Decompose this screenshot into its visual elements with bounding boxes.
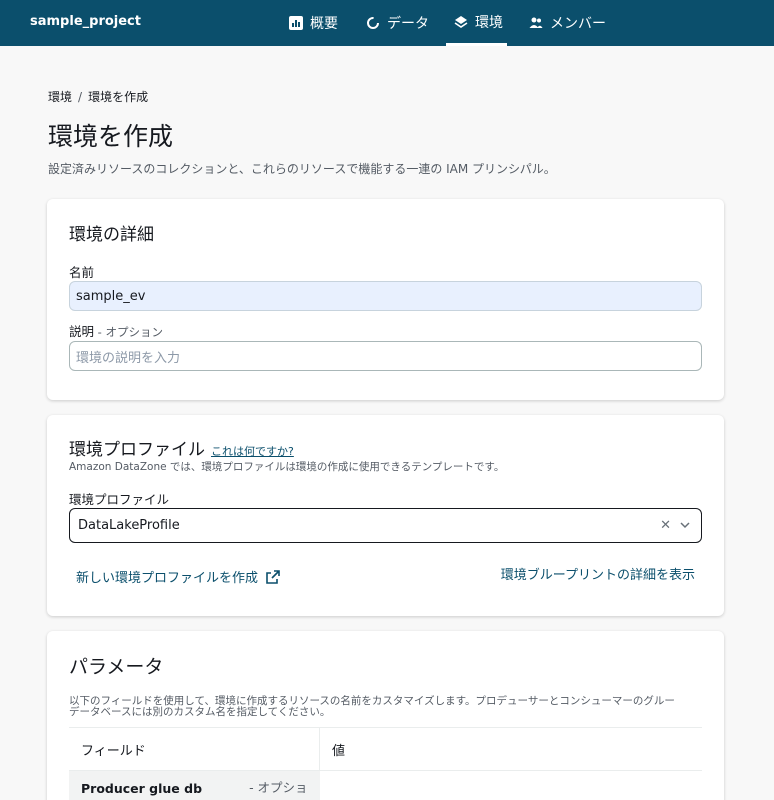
parameters-card: パラメータ 以下のフィールドを使用して、環境に作成するリソースの名前をカスタマイ… <box>47 631 724 800</box>
circle-icon <box>367 17 379 29</box>
row-field-name: Producer glue db name <box>81 781 203 800</box>
users-icon <box>529 17 543 28</box>
description-label: 説明 - オプション <box>69 321 163 340</box>
row-value-cell[interactable] <box>320 771 702 800</box>
parameters-table: フィールド 値 Producer glue db name - オプション <box>69 727 702 800</box>
top-nav-bar: sample_project 概要 データ 環境 メンバー <box>0 0 774 46</box>
breadcrumb: 環境 / 環境を作成 <box>48 88 148 105</box>
name-label: 名前 <box>69 265 95 280</box>
profile-select[interactable]: DataLakeProfile ✕ <box>69 508 702 543</box>
profile-description: Amazon DataZone では、環境プロファイルは環境の作成に使用できるテ… <box>69 461 505 473</box>
optional-hint: - オプション <box>249 780 308 800</box>
description-label-text: 説明 <box>69 324 95 339</box>
nav-tab-data[interactable]: データ <box>366 0 429 46</box>
page-title: 環境を作成 <box>48 122 174 151</box>
table-row: Producer glue db name - オプション <box>69 770 702 800</box>
select-controls: ✕ <box>660 518 691 533</box>
name-input[interactable]: sample_ev <box>69 281 702 311</box>
description-input[interactable]: 環境の説明を入力 <box>69 341 702 371</box>
row-field-cell: Producer glue db name - オプション <box>69 771 320 800</box>
blueprint-details-link[interactable]: 環境ブループリントの詳細を表示 <box>501 564 695 583</box>
profile-title-row: 環境プロファイル これは何ですか? <box>69 435 294 460</box>
profile-selected-value: DataLakeProfile <box>78 518 180 533</box>
chevron-down-icon[interactable] <box>679 518 691 532</box>
nav-tab-environment[interactable]: 環境 <box>446 0 507 46</box>
chart-icon <box>289 16 303 30</box>
page-description: 設定済みリソースのコレクションと、これらのリソースで機能する一連の IAM プリ… <box>48 162 556 176</box>
info-link[interactable]: これは何ですか? <box>211 445 294 458</box>
nav-tab-label: データ <box>387 16 429 32</box>
profile-field-label: 環境プロファイル <box>69 492 170 507</box>
create-profile-link[interactable]: 新しい環境プロファイルを作成 <box>76 567 280 586</box>
breadcrumb-current: 環境を作成 <box>88 90 149 104</box>
table-header: フィールド 値 <box>69 728 702 770</box>
description-placeholder: 環境の説明を入力 <box>76 350 181 366</box>
parameters-description-line: データベースには別のカスタム名を指定してください。 <box>69 706 331 718</box>
create-profile-label: 新しい環境プロファイルを作成 <box>76 571 259 586</box>
external-link-icon <box>266 569 280 584</box>
parameters-description: 以下のフィールドを使用して、環境に作成するリソースの名前をカスタマイズします。プ… <box>69 696 675 718</box>
profile-title: 環境プロファイル <box>69 440 205 460</box>
nav-tab-label: 概要 <box>310 16 338 32</box>
project-name[interactable]: sample_project <box>30 14 141 29</box>
breadcrumb-parent[interactable]: 環境 <box>48 90 72 104</box>
nav-tab-overview[interactable]: 概要 <box>289 0 338 46</box>
nav-tab-label: 環境 <box>475 14 503 31</box>
nav-tab-label: メンバー <box>550 16 606 32</box>
optional-hint: - オプション <box>94 325 163 339</box>
details-card: 環境の詳細 名前 sample_ev 説明 - オプション 環境の説明を入力 <box>47 199 724 400</box>
layers-icon <box>454 15 468 28</box>
clear-icon[interactable]: ✕ <box>660 518 671 533</box>
breadcrumb-separator: / <box>78 90 83 104</box>
column-header-field: フィールド <box>69 728 320 770</box>
details-title: 環境の詳細 <box>69 225 154 245</box>
parameters-title: パラメータ <box>69 656 164 678</box>
profile-card: 環境プロファイル これは何ですか? Amazon DataZone では、環境プロ… <box>47 415 724 616</box>
nav-tab-members[interactable]: メンバー <box>529 0 606 46</box>
column-header-value: 値 <box>332 743 346 759</box>
name-input-value: sample_ev <box>76 288 146 304</box>
